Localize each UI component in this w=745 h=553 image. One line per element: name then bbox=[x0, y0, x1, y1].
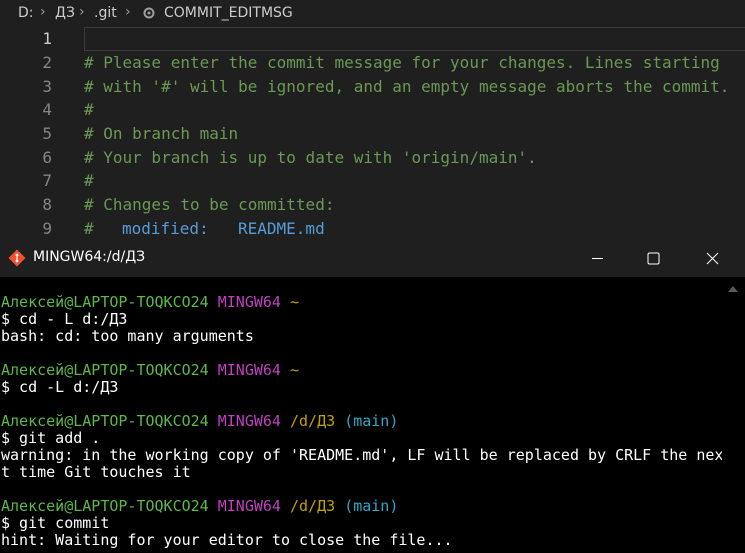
line-text[interactable]: # Changes to be committed: bbox=[84, 193, 334, 217]
output-line: warning: in the working copy of 'README.… bbox=[1, 446, 724, 464]
git-bash-icon bbox=[8, 249, 26, 267]
line-number: 4 bbox=[42, 100, 52, 119]
prompt-path: /d/ДЗ bbox=[290, 497, 336, 515]
editor-line[interactable]: 1 bbox=[0, 27, 745, 51]
prompt-path: ~ bbox=[290, 361, 300, 379]
command-line: $ git commit bbox=[1, 514, 110, 532]
settings-file-icon bbox=[143, 7, 155, 19]
line-text[interactable]: # bbox=[84, 98, 94, 122]
line-number: 9 bbox=[42, 219, 52, 238]
editor-line[interactable]: 5 # On branch main bbox=[0, 122, 745, 146]
line-number: 8 bbox=[42, 195, 52, 214]
prompt-branch: (main) bbox=[344, 497, 399, 515]
breadcrumb-git-folder[interactable]: .git bbox=[94, 5, 117, 21]
editor-line[interactable]: 6 # Your branch is up to date with 'orig… bbox=[0, 146, 745, 170]
prompt-line: Алексей@LAPTOP-TOQKCO24 MINGW64 /d/ДЗ (m… bbox=[1, 413, 398, 430]
scroll-up-arrow-icon[interactable] bbox=[727, 285, 739, 293]
editor-line[interactable]: 3 # with '#' will be ignored, and an emp… bbox=[0, 75, 745, 99]
breadcrumb-folder[interactable]: ДЗ bbox=[55, 5, 75, 21]
line-text[interactable]: # Please enter the commit message for yo… bbox=[84, 51, 720, 75]
breadcrumb-file[interactable]: COMMIT_EDITMSG bbox=[164, 5, 293, 21]
prompt-user: Алексей@LAPTOP-TOQKCO24 bbox=[1, 293, 209, 311]
terminal-title: MINGW64:/d/ДЗ bbox=[33, 249, 146, 265]
breadcrumb: D: › ДЗ › .git › COMMIT_EDITMSG bbox=[0, 0, 745, 28]
chevron-right-icon: › bbox=[40, 4, 46, 20]
command-line: $ git add . bbox=[1, 429, 101, 447]
line-text[interactable]: # Your branch is up to date with 'origin… bbox=[84, 146, 537, 170]
line-text[interactable]: # bbox=[84, 169, 94, 193]
close-icon[interactable] bbox=[687, 240, 737, 277]
prompt-env: MINGW64 bbox=[217, 497, 281, 515]
maximize-icon[interactable] bbox=[628, 240, 678, 277]
line-number: 1 bbox=[42, 29, 52, 48]
line-number: 3 bbox=[42, 77, 52, 96]
line-text[interactable]: # On branch main bbox=[84, 122, 238, 146]
prompt-env: MINGW64 bbox=[217, 293, 281, 311]
line-text-label[interactable]: modified: bbox=[122, 217, 209, 240]
editor-line[interactable]: 4 # bbox=[0, 98, 745, 122]
terminal-scrollbar[interactable] bbox=[722, 277, 745, 553]
chevron-right-icon: › bbox=[125, 4, 131, 20]
prompt-env: MINGW64 bbox=[217, 361, 281, 379]
breadcrumb-drive[interactable]: D: bbox=[18, 5, 34, 21]
line-number: 2 bbox=[42, 53, 52, 72]
prompt-path: ~ bbox=[290, 293, 300, 311]
output-line: hint: Waiting for your editor to close t… bbox=[1, 531, 453, 549]
output-line: bash: cd: too many arguments bbox=[1, 327, 254, 345]
prompt-line: Алексей@LAPTOP-TOQKCO24 MINGW64 /d/ДЗ (m… bbox=[1, 498, 398, 515]
editor-line[interactable]: 8 # Changes to be committed: bbox=[0, 193, 745, 217]
prompt-user: Алексей@LAPTOP-TOQKCO24 bbox=[1, 361, 209, 379]
output-line: t time Git touches it bbox=[1, 463, 191, 481]
editor-line[interactable]: 2 # Please enter the commit message for … bbox=[0, 51, 745, 75]
command-line: $ cd - L d:/ДЗ bbox=[1, 310, 128, 328]
line-text-file[interactable]: README.md bbox=[238, 217, 325, 240]
line-text-prefix[interactable]: # bbox=[84, 217, 94, 240]
prompt-user: Алексей@LAPTOP-TOQKCO24 bbox=[1, 412, 209, 430]
command-line: $ cd -L d:/ДЗ bbox=[1, 378, 119, 396]
terminal-output[interactable]: Алексей@LAPTOP-TOQKCO24 MINGW64 ~ $ cd -… bbox=[0, 277, 724, 553]
line-number: 6 bbox=[42, 148, 52, 167]
terminal-window[interactable]: MINGW64:/d/ДЗ Алексей@LAPTOP-TOQKCO24 MI… bbox=[0, 240, 745, 553]
editor-pane: D: › ДЗ › .git › COMMIT_EDITMSG 1 2 # Pl… bbox=[0, 0, 745, 240]
prompt-path: /d/ДЗ bbox=[290, 412, 336, 430]
prompt-env: MINGW64 bbox=[217, 412, 281, 430]
editor-line[interactable]: 9 # modified: README.md bbox=[0, 217, 745, 240]
editor-line[interactable]: 7 # bbox=[0, 169, 745, 193]
prompt-line: Алексей@LAPTOP-TOQKCO24 MINGW64 ~ bbox=[1, 294, 299, 311]
prompt-user: Алексей@LAPTOP-TOQKCO24 bbox=[1, 497, 209, 515]
chevron-right-icon: › bbox=[79, 4, 85, 20]
prompt-branch: (main) bbox=[344, 412, 399, 430]
terminal-titlebar[interactable]: MINGW64:/d/ДЗ bbox=[0, 240, 745, 277]
line-number: 7 bbox=[42, 171, 52, 190]
minimize-icon[interactable] bbox=[572, 240, 622, 277]
prompt-line: Алексей@LAPTOP-TOQKCO24 MINGW64 ~ bbox=[1, 362, 299, 379]
line-text[interactable]: # with '#' will be ignored, and an empty… bbox=[84, 75, 729, 99]
line-number: 5 bbox=[42, 124, 52, 143]
